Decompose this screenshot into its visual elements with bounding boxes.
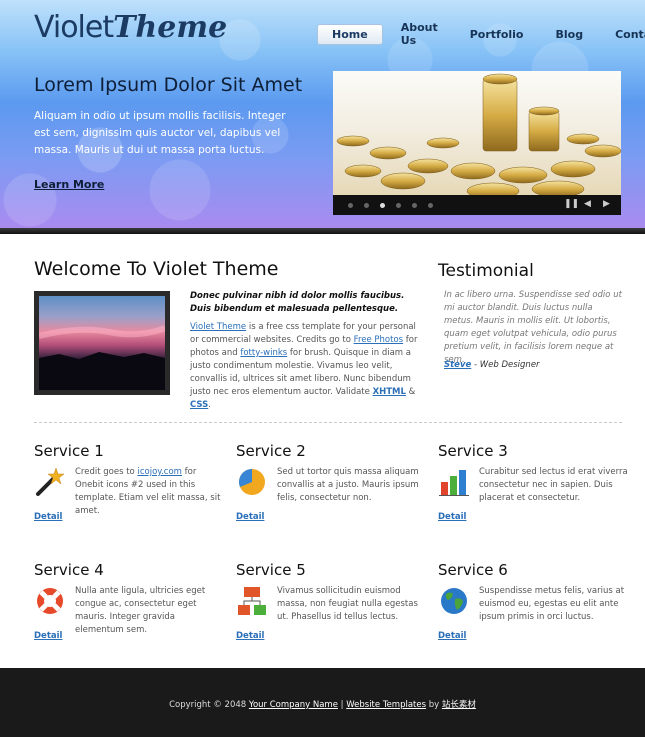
xhtml-link[interactable]: XHTML [373, 387, 406, 397]
service-4: Service 4 Nulla ante ligula, ultricies e… [34, 561, 224, 641]
service-title: Service 3 [438, 442, 508, 460]
service-text: Credit goes to icojoy.com for Onebit ico… [75, 466, 225, 518]
slide-image-coins [333, 71, 621, 195]
previous-icon[interactable]: ◀ [584, 199, 591, 209]
testimonial-title: Testimonial [438, 261, 534, 281]
service-title: Service 1 [34, 442, 104, 460]
service-text: Nulla ante ligula, ultricies eget congue… [75, 586, 206, 635]
slider-dot[interactable] [428, 203, 433, 208]
service-detail-link[interactable]: Detail [236, 631, 264, 641]
nav-home[interactable]: Home [317, 23, 383, 45]
section-divider [34, 422, 622, 423]
service-title: Service 4 [34, 561, 104, 579]
author-credit-link[interactable]: 站长素材 [442, 700, 476, 710]
css-link[interactable]: CSS [190, 400, 208, 410]
service-detail-link[interactable]: Detail [34, 512, 62, 522]
service-1: Service 1 Credit goes to icojoy.com for … [34, 442, 224, 522]
slider-controls: ❚❚ ◀ ▶ [333, 195, 621, 215]
logo-text-bold: Theme [113, 10, 228, 45]
testimonial-quote: In ac libero urna. Suspendisse sed odio … [444, 290, 622, 365]
service-2: Service 2 Sed ut tortor quis massa aliqu… [236, 442, 426, 522]
site-logo[interactable]: VioletTheme [34, 10, 227, 45]
company-link[interactable]: Your Company Name [249, 700, 338, 710]
slider-dot[interactable] [396, 203, 401, 208]
author-role: - Web Designer [471, 360, 540, 370]
next-icon[interactable]: ▶ [603, 199, 610, 209]
nav-blog[interactable]: Blog [541, 25, 597, 44]
hero-text: Aliquam in odio ut ipsum mollis facilisi… [34, 110, 286, 156]
image-slider[interactable]: ❚❚ ◀ ▶ [333, 71, 621, 215]
service-detail-link[interactable]: Detail [438, 631, 466, 641]
sunset-image [39, 296, 165, 390]
service-6: Service 6 Suspendisse metus felis, variu… [438, 561, 628, 641]
fotty-winks-link[interactable]: fotty-winks [240, 348, 287, 358]
footer-by: by [426, 700, 442, 710]
logo-text-light: Violet [34, 10, 114, 45]
service-text-part: Credit goes to [75, 467, 138, 477]
footer-separator: | [337, 700, 347, 710]
nav-contact[interactable]: Contact [601, 25, 645, 44]
violet-theme-link[interactable]: Violet Theme [190, 322, 246, 332]
nav-about-us[interactable]: About Us [387, 18, 452, 50]
pie-chart-icon [236, 466, 268, 498]
footer: Copyright © 2048 Your Company Name | Web… [0, 668, 645, 737]
service-title: Service 5 [236, 561, 306, 579]
testimonial-author: Steve - Web Designer [444, 360, 540, 370]
service-detail-link[interactable]: Detail [236, 512, 264, 522]
pause-icon[interactable]: ❚❚ [564, 199, 579, 209]
service-detail-link[interactable]: Detail [438, 512, 466, 522]
slider-dot[interactable] [364, 203, 369, 208]
welcome-body: Violet Theme is a free css template for … [190, 321, 418, 412]
copyright-text: Copyright © 2048 [169, 700, 249, 710]
author-link[interactable]: Steve [444, 360, 471, 370]
slider-dot[interactable] [412, 203, 417, 208]
slider-dot-active[interactable] [380, 203, 385, 208]
sitemap-icon [236, 585, 268, 617]
hero-title: Lorem Ipsum Dolor Sit Amet [34, 74, 303, 96]
learn-more-link[interactable]: Learn More [34, 178, 104, 191]
welcome-text: & [405, 387, 416, 397]
service-text: Sed ut tortor quis massa aliquam convall… [277, 467, 419, 503]
service-5: Service 5 Vivamus sollicitudin euismod m… [236, 561, 426, 641]
service-title: Service 6 [438, 561, 508, 579]
welcome-text: . [208, 400, 211, 410]
main-nav: Home About Us Portfolio Blog Contact [317, 18, 645, 50]
slider-dot[interactable] [348, 203, 353, 208]
nav-portfolio[interactable]: Portfolio [456, 25, 538, 44]
globe-icon [438, 585, 470, 617]
service-text: Vivamus sollicitudin euismod massa, non … [277, 586, 418, 622]
service-title: Service 2 [236, 442, 306, 460]
welcome-title: Welcome To Violet Theme [34, 258, 279, 280]
welcome-intro: Donec pulvinar nibh id dolor mollis fauc… [190, 291, 405, 314]
service-3: Service 3 Curabitur sed lectus id erat v… [438, 442, 628, 522]
hero-divider [0, 228, 645, 234]
hero-banner: VioletTheme Home About Us Portfolio Blog… [0, 0, 645, 228]
sunset-photo [34, 291, 170, 395]
service-text: Curabitur sed lectus id erat viverra con… [479, 467, 628, 503]
free-photos-link[interactable]: Free Photos [354, 335, 403, 345]
icojoy-link[interactable]: icojoy.com [137, 467, 181, 477]
lifebuoy-icon [34, 585, 66, 617]
service-detail-link[interactable]: Detail [34, 631, 62, 641]
website-templates-link[interactable]: Website Templates [346, 700, 426, 710]
magic-wand-icon [34, 466, 66, 498]
service-text: Suspendisse metus felis, varius at euism… [479, 586, 625, 622]
bar-chart-icon [438, 466, 470, 498]
